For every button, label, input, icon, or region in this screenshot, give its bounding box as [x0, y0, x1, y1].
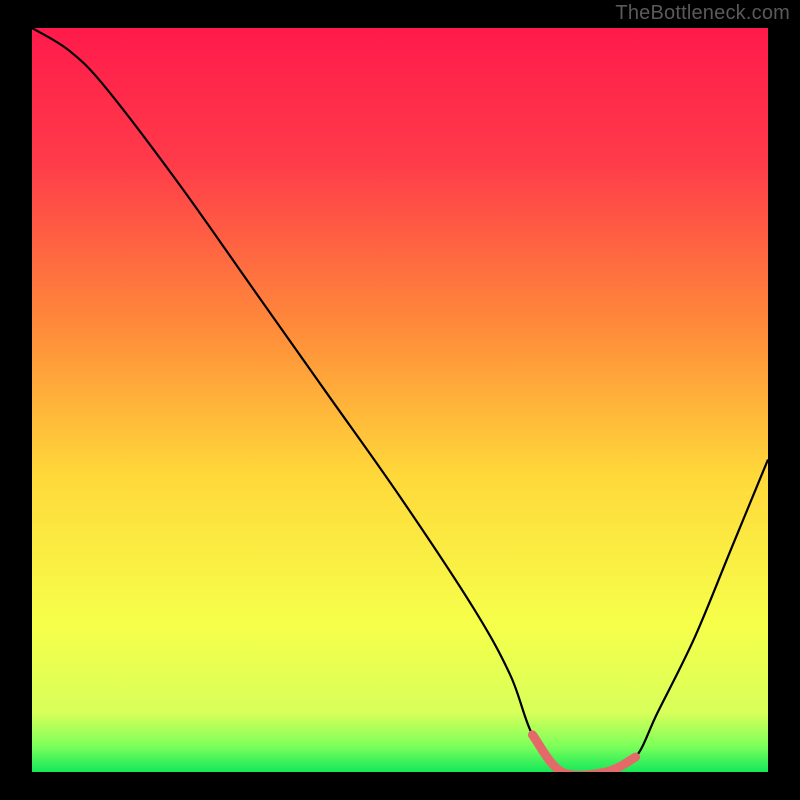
chart-frame: TheBottleneck.com [0, 0, 800, 800]
plot-area [32, 28, 768, 772]
attribution-label: TheBottleneck.com [615, 2, 790, 25]
gradient-background [32, 28, 768, 772]
chart-svg [32, 28, 768, 772]
